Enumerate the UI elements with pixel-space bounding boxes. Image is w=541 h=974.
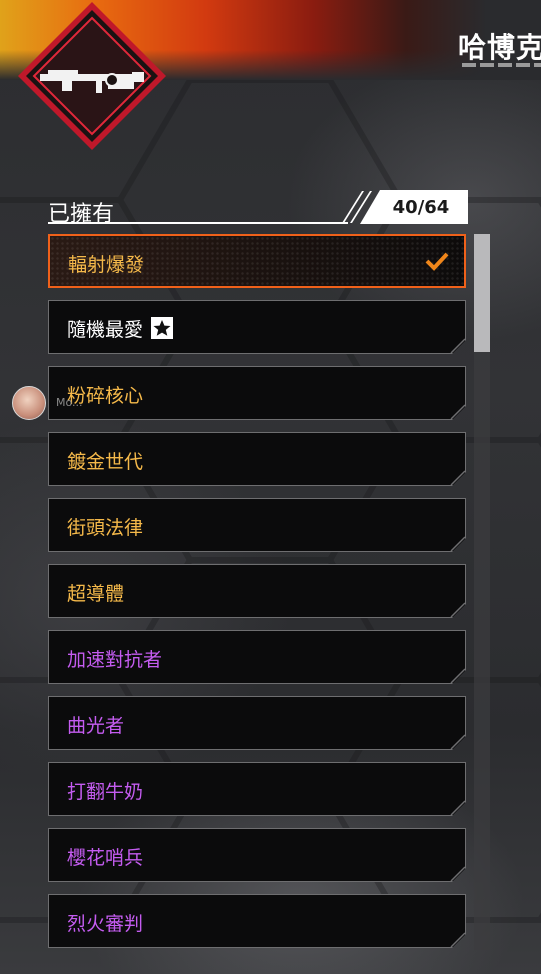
skin-item[interactable]: 粉碎核心 — [48, 366, 466, 420]
skin-item[interactable]: 鍍金世代 — [48, 432, 466, 486]
corner-notch — [449, 337, 465, 353]
corner-notch — [449, 865, 465, 881]
skin-item[interactable]: 烈火審判 — [48, 894, 466, 948]
skin-item-label: 輻射爆發 — [68, 254, 145, 276]
skin-item[interactable]: 加速對抗者 — [48, 630, 466, 684]
corner-notch — [449, 931, 465, 947]
star-icon — [151, 317, 173, 339]
skin-item-label: 加速對抗者 — [67, 649, 163, 671]
checkmark-icon — [425, 252, 449, 271]
owned-count: 40/64 — [392, 197, 450, 218]
skin-item[interactable]: 街頭法律 — [48, 498, 466, 552]
skin-item-label: 曲光者 — [67, 715, 125, 737]
corner-notch — [449, 403, 465, 419]
scrollbar-thumb[interactable] — [474, 234, 490, 352]
corner-notch — [449, 469, 465, 485]
skin-item-selected[interactable]: 輻射爆發 — [48, 234, 466, 288]
legend-name-title: 哈博克 — [458, 31, 541, 64]
avatar-name: Mo... — [56, 396, 83, 409]
skin-item[interactable]: 超導體 — [48, 564, 466, 618]
skin-item-label: 烈火審判 — [67, 913, 144, 935]
skin-item[interactable]: 曲光者 — [48, 696, 466, 750]
skin-list: 輻射爆發 隨機最愛 粉碎核心 鍍金世代 街頭法律 超導體 加速對抗者 曲光者 打… — [48, 234, 468, 960]
skin-item-label: 櫻花哨兵 — [67, 847, 144, 869]
corner-notch — [449, 667, 465, 683]
skin-item[interactable]: 打翻牛奶 — [48, 762, 466, 816]
corner-notch — [449, 535, 465, 551]
corner-notch — [449, 799, 465, 815]
skin-item-label: 打翻牛奶 — [67, 781, 144, 803]
title-underline — [462, 63, 541, 67]
corner-notch — [449, 601, 465, 617]
skin-item-label: 隨機最愛 — [67, 315, 173, 342]
avatar — [12, 386, 46, 420]
skin-item-label: 鍍金世代 — [67, 451, 144, 473]
corner-notch — [449, 733, 465, 749]
skin-item-label: 街頭法律 — [67, 517, 144, 539]
weapon-emblem — [18, 2, 166, 150]
skin-item[interactable]: 櫻花哨兵 — [48, 828, 466, 882]
skin-item[interactable]: 隨機最愛 — [48, 300, 466, 354]
owned-underline — [48, 222, 348, 224]
skin-item-label: 超導體 — [67, 583, 125, 605]
